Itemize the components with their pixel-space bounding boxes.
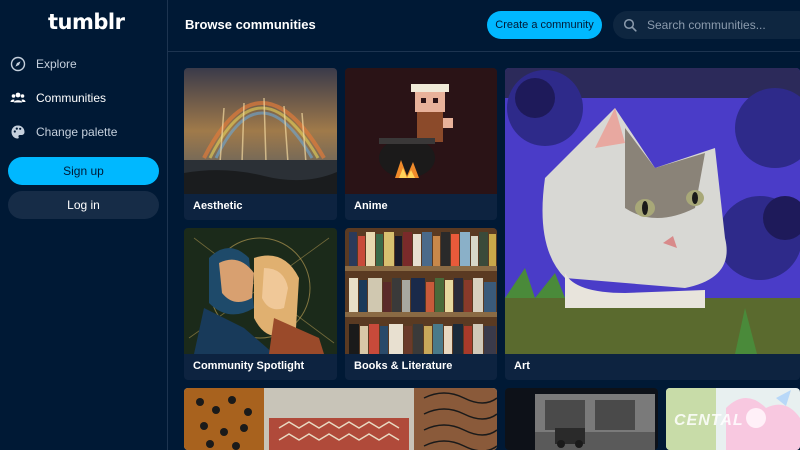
people-icon	[10, 90, 26, 106]
search-box[interactable]	[613, 11, 800, 39]
tumblr-logo[interactable]: tumblr	[48, 10, 125, 34]
sidebar-item-label: Communities	[36, 91, 107, 105]
aesthetic-image	[184, 68, 337, 194]
patterned-building-image	[184, 388, 497, 450]
community-card-community-spotlight[interactable]: Community Spotlight	[184, 228, 337, 380]
community-name: Community Spotlight	[193, 360, 305, 372]
community-card-books-literature[interactable]: Books & Literature	[345, 228, 497, 380]
header: Browse communities Create a community	[168, 0, 800, 52]
community-card-partial[interactable]	[505, 388, 658, 450]
community-name: Books & Literature	[354, 360, 453, 372]
community-name: Aesthetic	[193, 200, 243, 212]
sidebar: tumblr Explore Communities Change palett…	[0, 0, 168, 450]
search-input[interactable]	[647, 18, 797, 32]
sidebar-item-communities[interactable]: Communities	[10, 85, 160, 111]
palette-icon	[10, 124, 26, 140]
community-card-anime[interactable]: Anime	[345, 68, 497, 220]
compass-icon	[10, 56, 26, 72]
vintage-street-image	[505, 388, 658, 450]
community-spotlight-image	[184, 228, 337, 354]
community-card-partial[interactable]	[184, 388, 497, 450]
create-community-button[interactable]: Create a community	[487, 11, 602, 39]
sidebar-item-change-palette[interactable]: Change palette	[10, 119, 160, 145]
log-in-button[interactable]: Log in	[8, 191, 159, 219]
community-card-aesthetic[interactable]: Aesthetic	[184, 68, 337, 220]
sign-up-button[interactable]: Sign up	[8, 157, 159, 185]
sidebar-item-label: Explore	[36, 57, 77, 71]
search-icon	[623, 18, 637, 32]
community-card-art[interactable]: Art	[505, 68, 800, 380]
anime-image	[345, 68, 497, 194]
sidebar-item-explore[interactable]: Explore	[10, 51, 160, 77]
watermark: CENTAL	[674, 412, 744, 429]
books-literature-image	[345, 228, 497, 354]
community-name: Art	[514, 360, 530, 372]
page-title: Browse communities	[185, 17, 316, 32]
art-image	[505, 68, 800, 354]
sidebar-item-label: Change palette	[36, 125, 118, 139]
community-name: Anime	[354, 200, 388, 212]
